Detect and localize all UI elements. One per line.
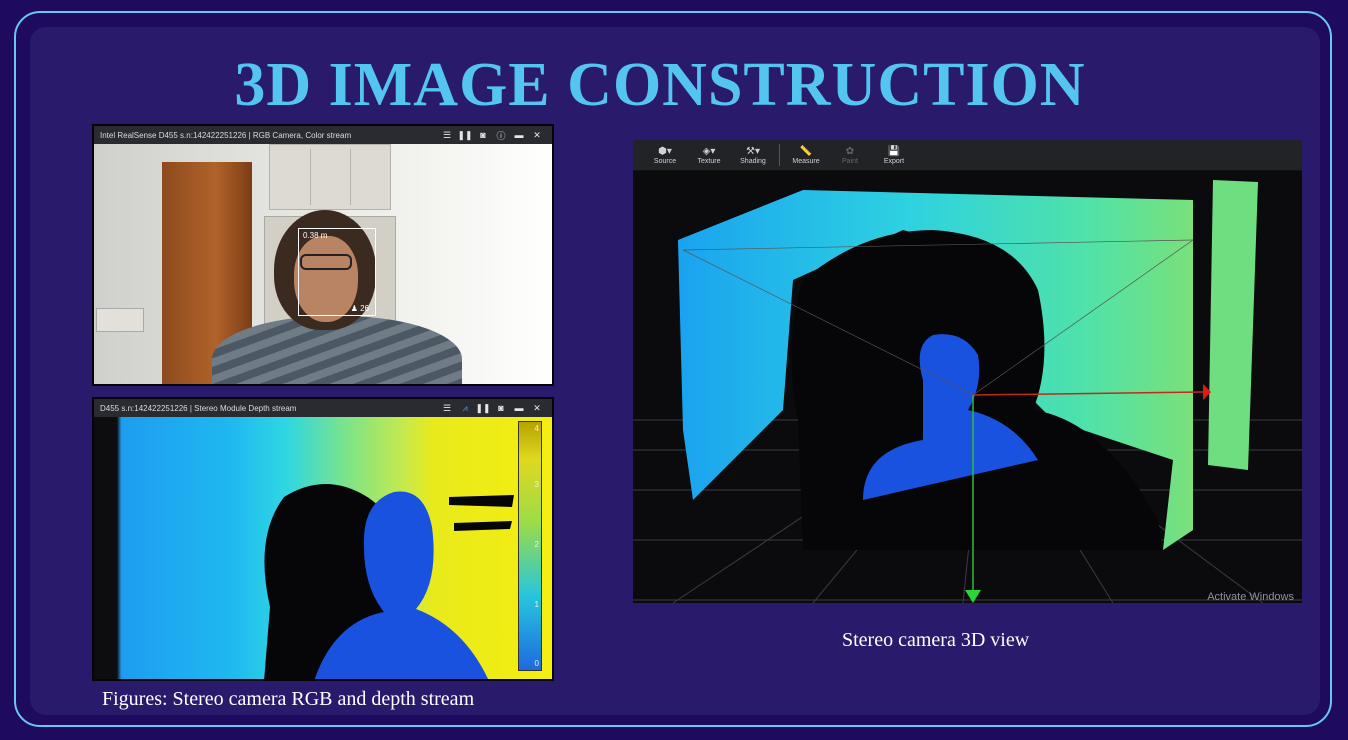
depth-scale-bar: 4 3 2 1 0 xyxy=(518,421,542,671)
chart-icon[interactable]: ⩘ xyxy=(456,403,474,414)
depth-silhouette xyxy=(264,484,514,679)
depth-stream-window: D455 s.n:142422251226 | Stereo Module De… xyxy=(92,397,554,681)
export-button[interactable]: 💾 Export xyxy=(872,146,916,165)
depth-stream-titlebar: D455 s.n:142422251226 | Stereo Module De… xyxy=(94,399,552,417)
minimize-icon[interactable]: ▬ xyxy=(510,130,528,140)
point-cloud-view: Activate Windows xyxy=(633,170,1302,603)
depth-stream-image: 4 3 2 1 0 xyxy=(94,417,552,679)
rgb-stream-titlebar: Intel RealSense D455 s.n:142422251226 | … xyxy=(94,126,552,144)
list-icon[interactable]: ☰ xyxy=(438,130,456,141)
activate-windows-watermark: Activate Windows xyxy=(1207,591,1294,603)
cube-icon: ⬢▾ xyxy=(658,145,672,157)
rgb-stream-image: 0.38 m ♟ 26 xyxy=(94,144,552,384)
paint-button[interactable]: ✿ Paint xyxy=(828,146,872,165)
rgb-stream-title: Intel RealSense D455 s.n:142422251226 | … xyxy=(100,130,352,140)
switchboard xyxy=(96,308,144,332)
shading-button[interactable]: ⚒▾ Shading xyxy=(731,146,775,165)
viewer-3d-toolbar: ⬢▾ Source ◈▾ Texture ⚒▾ Shading 📏 Measure ✿ P… xyxy=(633,140,1302,171)
point-cloud-render xyxy=(633,180,1302,603)
ruler-icon: 📏 xyxy=(799,145,813,157)
wall-cabinet xyxy=(269,144,391,210)
close-icon[interactable]: ✕ xyxy=(528,130,546,141)
save-icon: 💾 xyxy=(887,145,901,157)
rgb-stream-window: Intel RealSense D455 s.n:142422251226 | … xyxy=(92,124,554,386)
distance-label: 0.38 m xyxy=(303,231,328,240)
pause-icon[interactable]: ❚❚ xyxy=(474,403,492,414)
close-icon[interactable]: ✕ xyxy=(528,403,546,414)
list-icon[interactable]: ☰ xyxy=(438,403,456,414)
person-count: ♟ 26 xyxy=(350,304,369,313)
source-button[interactable]: ⬢▾ Source xyxy=(643,146,687,165)
viewer-3d-window: ⬢▾ Source ◈▾ Texture ⚒▾ Shading 📏 Measure ✿ P… xyxy=(633,140,1302,603)
camera-icon[interactable]: ◙ xyxy=(474,130,492,140)
camera-icon[interactable]: ◙ xyxy=(492,403,510,413)
face-detection-box: 0.38 m ♟ 26 xyxy=(298,228,376,316)
measure-button[interactable]: 📏 Measure xyxy=(784,146,828,165)
depth-stream-title: D455 s.n:142422251226 | Stereo Module De… xyxy=(100,403,297,413)
paw-icon: ✿ xyxy=(845,145,855,157)
minimize-icon[interactable]: ▬ xyxy=(510,403,528,413)
left-caption: Figures: Stereo camera RGB and depth str… xyxy=(102,688,475,710)
page-title: 3D IMAGE CONSTRUCTION xyxy=(234,51,1086,119)
pause-icon[interactable]: ❚❚ xyxy=(456,130,474,141)
paint-bucket-icon: ◈▾ xyxy=(702,145,716,157)
brush-icon: ⚒▾ xyxy=(746,145,760,157)
texture-button[interactable]: ◈▾ Texture xyxy=(687,146,731,165)
right-caption: Stereo camera 3D view xyxy=(842,629,1030,651)
info-icon[interactable]: ⓘ xyxy=(492,129,510,142)
